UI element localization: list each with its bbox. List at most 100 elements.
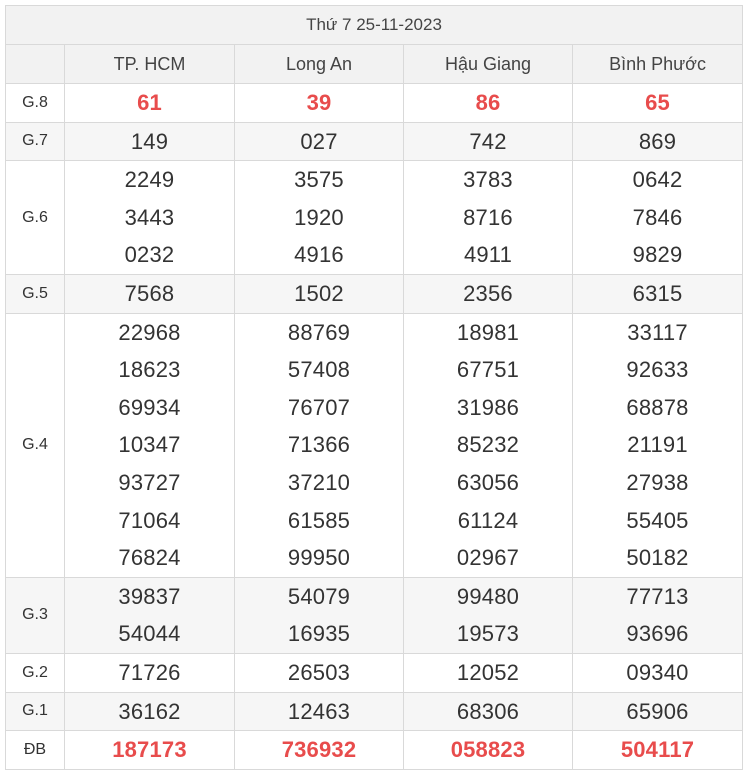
draw-date: Thứ 7 25-11-2023 <box>4 5 744 45</box>
result-number: 61585 <box>287 507 351 533</box>
result-number: 12052 <box>456 659 520 685</box>
result-number: 3443 <box>124 204 175 230</box>
result-cell: 22968 18623 69934 10347 93727 71064 7682… <box>64 312 235 578</box>
result-cell: 2356 <box>403 273 573 314</box>
result-number: 4916 <box>294 242 344 268</box>
result-number: 3575 <box>294 167 344 193</box>
result-cell: 68306 <box>403 691 573 732</box>
result-cell: 504117 <box>571 730 744 770</box>
result-number: 71064 <box>118 507 181 533</box>
result-number: 3783 <box>463 167 513 193</box>
result-cell: 058823 <box>403 730 573 770</box>
result-cell: 86 <box>403 83 573 123</box>
result-cell: 6315 <box>571 273 744 314</box>
result-number: 21191 <box>627 432 688 458</box>
prize-row-special: ĐB 187173 736932 058823 504117 <box>5 730 744 770</box>
prize-row-g6: G.6 2249 3443 0232 3575 1920 4916 3783 8… <box>5 160 744 275</box>
prize-row-g7: G.7 149 027 742 869 <box>5 121 744 162</box>
result-cell: 09340 <box>571 652 744 693</box>
result-number: 504117 <box>620 737 695 763</box>
result-cell: 65906 <box>571 691 744 732</box>
prize-label: G.3 <box>5 576 65 654</box>
result-number: 65906 <box>626 698 689 724</box>
result-cell: 187173 <box>64 730 235 770</box>
result-number: 65 <box>645 90 670 115</box>
result-number: 68878 <box>626 394 689 420</box>
result-number: 149 <box>130 128 169 154</box>
result-number: 736932 <box>281 737 357 763</box>
result-number: 7846 <box>632 204 683 230</box>
result-number: 19573 <box>456 621 520 647</box>
prize-label: G.5 <box>5 273 65 314</box>
result-number: 33117 <box>627 319 688 345</box>
result-number: 69934 <box>118 394 181 420</box>
result-number: 39 <box>306 90 332 115</box>
province-header: Long An <box>234 44 404 84</box>
result-number: 54044 <box>118 621 181 647</box>
result-number: 76707 <box>287 394 351 420</box>
result-number: 4911 <box>463 242 513 268</box>
result-number: 93727 <box>118 469 181 495</box>
result-cell: 3783 8716 4911 <box>403 160 573 275</box>
province-header-row: TP. HCM Long An Hậu Giang Bình Phước <box>5 44 744 84</box>
result-cell: 18981 67751 31986 85232 63056 61124 0296… <box>403 312 573 578</box>
result-cell: 36162 <box>64 691 235 732</box>
result-number: 76824 <box>118 545 181 571</box>
result-cell: 39 <box>234 83 404 123</box>
prize-row-g2: G.2 71726 26503 12052 09340 <box>5 652 744 693</box>
result-cell: 12463 <box>234 691 404 732</box>
result-number: 1920 <box>294 204 344 230</box>
result-number: 92633 <box>626 357 689 383</box>
result-number: 31986 <box>456 394 520 420</box>
date-row: Thứ 7 25-11-2023 <box>4 5 744 45</box>
result-number: 02967 <box>456 545 520 571</box>
province-header: Hậu Giang <box>403 44 573 84</box>
result-number: 61 <box>137 90 162 115</box>
result-cell: 88769 57408 76707 71366 37210 61585 9995… <box>234 312 404 578</box>
result-number: 09340 <box>626 659 689 685</box>
prize-label: G.8 <box>5 83 65 123</box>
result-number: 0642 <box>632 167 683 193</box>
result-cell: 26503 <box>234 652 404 693</box>
result-number: 18623 <box>118 357 181 383</box>
result-number: 68306 <box>456 698 520 724</box>
results-table: Thứ 7 25-11-2023 TP. HCM Long An Hậu Gia… <box>4 5 744 770</box>
result-number: 9829 <box>632 242 683 268</box>
prize-label: G.2 <box>5 652 65 693</box>
result-number: 187173 <box>112 737 187 763</box>
result-number: 67751 <box>456 357 520 383</box>
result-cell: 3575 1920 4916 <box>234 160 404 275</box>
prize-label: ĐB <box>5 730 65 770</box>
prize-label: G.6 <box>5 160 65 275</box>
result-cell: 027 <box>234 121 404 162</box>
prize-row-g1: G.1 36162 12463 68306 65906 <box>5 691 744 732</box>
result-number: 55405 <box>626 507 689 533</box>
prize-column-header <box>5 44 65 84</box>
prize-label: G.4 <box>5 312 65 578</box>
result-cell: 0642 7846 9829 <box>571 160 744 275</box>
result-cell: 61 <box>64 83 235 123</box>
lottery-results: Thứ 7 25-11-2023 TP. HCM Long An Hậu Gia… <box>4 5 744 770</box>
result-number: 93696 <box>626 621 689 647</box>
result-cell: 149 <box>64 121 235 162</box>
result-number: 8716 <box>463 204 513 230</box>
prize-row-g8: G.8 61 39 86 65 <box>5 83 744 123</box>
result-cell: 99480 19573 <box>403 576 573 654</box>
result-number: 71366 <box>287 432 351 458</box>
result-number: 37210 <box>287 469 351 495</box>
result-cell: 7568 <box>64 273 235 314</box>
result-number: 22968 <box>118 319 181 345</box>
prize-row-g5: G.5 7568 1502 2356 6315 <box>5 273 744 314</box>
result-cell: 12052 <box>403 652 573 693</box>
result-number: 2356 <box>463 280 513 306</box>
result-number: 50182 <box>626 545 689 571</box>
result-number: 61124 <box>457 507 519 533</box>
province-header: Bình Phước <box>571 44 744 84</box>
prize-row-g3: G.3 39837 54044 54079 16935 99480 19573 … <box>5 576 744 654</box>
result-number: 71726 <box>118 659 181 685</box>
result-number: 7568 <box>124 280 175 306</box>
result-number: 10347 <box>118 432 181 458</box>
prize-label: G.1 <box>5 691 65 732</box>
result-number: 77713 <box>626 583 689 609</box>
result-number: 36162 <box>118 698 181 724</box>
